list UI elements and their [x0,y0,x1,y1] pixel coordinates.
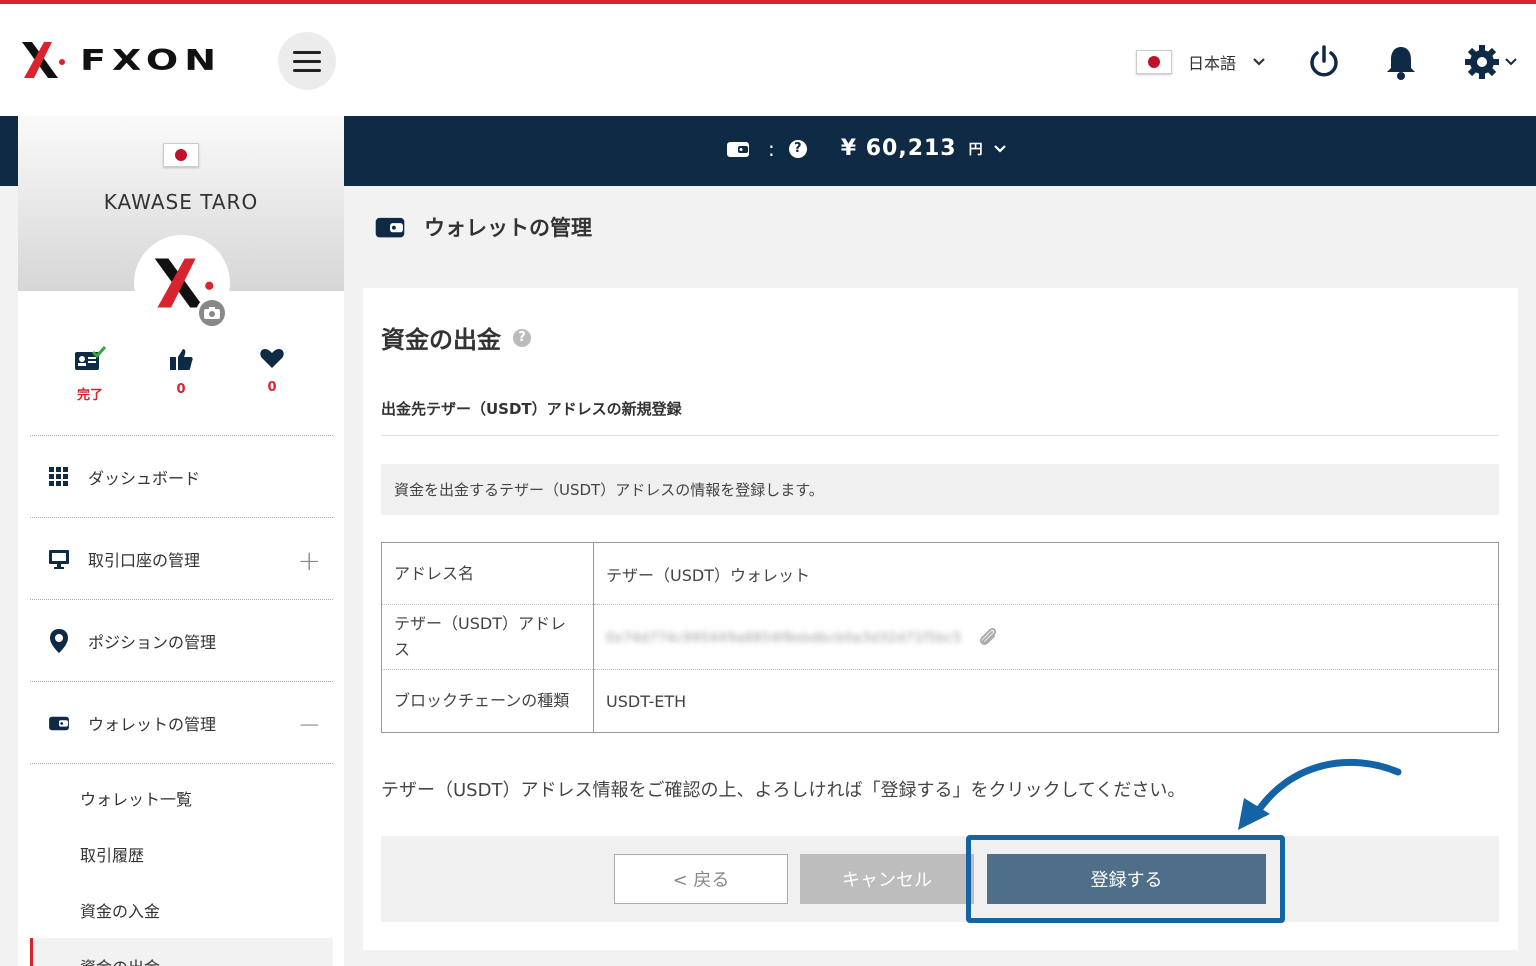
sidebar-item-label: ポジションの管理 [88,632,217,652]
section-title: 出金先テザー（USDT）アドレスの新規登録 [381,400,682,418]
monitor-icon [48,548,70,570]
table-row: アドレス名 テザー（USDT）ウォレット [381,542,1499,605]
divider [381,435,1499,436]
page-title: ウォレットの管理 [374,212,592,242]
wallet-icon [375,217,405,238]
balance-unit: 円 [968,141,983,158]
sidebar-subitem-withdrawal[interactable]: 資金の出金 [30,938,333,966]
address-details-table: アドレス名 テザー（USDT）ウォレット テザー（USDT）アドレス 0x74d… [381,542,1499,733]
thumbs-up-icon [170,349,193,370]
back-button[interactable]: < 戻る [614,854,788,904]
usdt-address-label: テザー（USDT）アドレス [381,604,594,670]
expand-icon[interactable]: + [298,544,321,577]
chevron-down-icon [1253,58,1265,66]
verification-status[interactable]: 完了 [60,346,120,403]
id-card-check-icon [75,346,107,370]
settings-button[interactable] [1458,42,1522,82]
register-button[interactable]: 登録する [987,854,1266,904]
balance-display[interactable]: : ? ¥ 60,213 円 [726,136,1007,161]
sidebar-item-positions[interactable]: ポジションの管理 [30,599,333,681]
chevron-down-icon [993,144,1006,153]
change-avatar-button[interactable] [196,297,228,329]
heart-icon [260,349,284,368]
likes-count[interactable]: 0 [151,346,211,397]
sidebar: KAWASE TARO 完了 0 0 ダッシュボード 取引口座の管理 + ポジシ… [18,116,344,966]
address-name-label: アドレス名 [381,542,594,605]
user-name: KAWASE TARO [103,190,259,214]
withdrawal-card: 資金の出金 ? 出金先テザー（USDT）アドレスの新規登録 資金を出金するテザー… [363,288,1518,950]
hamburger-icon [293,50,321,54]
sidebar-subitem-wallet-list[interactable]: ウォレット一覧 [30,770,333,826]
paperclip-icon[interactable] [977,626,999,648]
page-title-text: ウォレットの管理 [424,216,592,240]
table-row: テザー（USDT）アドレス 0x74d774c995449a8854f8ebdb… [381,604,1499,670]
japan-flag-icon [163,143,199,167]
logout-button[interactable] [1304,42,1344,82]
cancel-button[interactable]: キャンセル [800,854,974,904]
likes-count-value: 0 [176,382,186,397]
logo-text: FXON [80,43,223,77]
button-bar: < 戻る キャンセル 登録する [381,836,1499,922]
verification-status-text: 完了 [76,388,103,403]
chevron-down-icon [1505,58,1517,66]
favorites-count-value: 0 [267,380,277,395]
card-title-text: 資金の出金 [381,326,501,354]
sidebar-item-label: ウォレットの管理 [88,714,217,734]
map-pin-icon [48,628,70,654]
power-icon [1310,45,1338,77]
bell-icon [1387,47,1415,80]
fxon-logo[interactable]: FXON [18,38,222,82]
grid-icon [48,466,70,487]
arrow-indicator [1238,758,1402,830]
sidebar-menu: ダッシュボード 取引口座の管理 + ポジションの管理 ウォレットの管理 − ウォ… [30,435,333,966]
card-title: 資金の出金 ? [381,320,531,355]
menu-toggle-button[interactable] [278,32,336,90]
help-icon[interactable]: ? [788,139,807,158]
sidebar-item-dashboard[interactable]: ダッシュボード [30,435,333,517]
info-message: 資金を出金するテザー（USDT）アドレスの情報を登録します。 [381,464,1499,515]
sidebar-item-trading-accounts[interactable]: 取引口座の管理 + [30,517,333,599]
wallet-icon [48,714,70,732]
fxon-logo-icon [22,42,65,78]
sidebar-subitem-deposit[interactable]: 資金の入金 [30,882,333,938]
top-header: FXON 日本語 [0,0,1536,116]
usdt-address-cell: 0x74d774c995449a8854f8ebdbcb0a3d32d71f5b… [593,604,1499,670]
sidebar-item-label: ダッシュボード [88,468,201,488]
blockchain-type-label: ブロックチェーンの種類 [381,669,594,733]
table-row: ブロックチェーンの種類 USDT-ETH [381,669,1499,733]
usdt-address-value: 0x74d774c995449a8854f8ebdbcb0a3d32d71f5b… [606,630,963,646]
gear-icon [1465,45,1499,79]
notifications-button[interactable] [1381,42,1421,82]
blockchain-type-value: USDT-ETH [593,669,1499,733]
collapse-icon[interactable]: − [298,708,321,741]
language-label: 日本語 [1188,54,1237,73]
sidebar-subitem-transaction-history[interactable]: 取引履歴 [30,826,333,882]
sidebar-item-wallet[interactable]: ウォレットの管理 − [30,681,333,763]
balance-amount: ¥ 60,213 [840,136,957,161]
camera-icon [204,307,220,319]
confirm-instruction: テザー（USDT）アドレス情報をご確認の上、よろしければ「登録する」をクリックし… [381,780,1186,801]
balance-separator: : [768,136,775,161]
japan-flag-icon [1136,50,1172,74]
sidebar-item-label: 取引口座の管理 [88,550,201,570]
favorites-count[interactable]: 0 [242,346,302,395]
wallet-icon [727,141,749,157]
language-selector[interactable]: 日本語 [1136,50,1266,74]
wallet-submenu: ウォレット一覧 取引履歴 資金の入金 資金の出金 [30,763,333,966]
address-name-value: テザー（USDT）ウォレット [593,542,1499,605]
help-icon[interactable]: ? [513,328,531,347]
